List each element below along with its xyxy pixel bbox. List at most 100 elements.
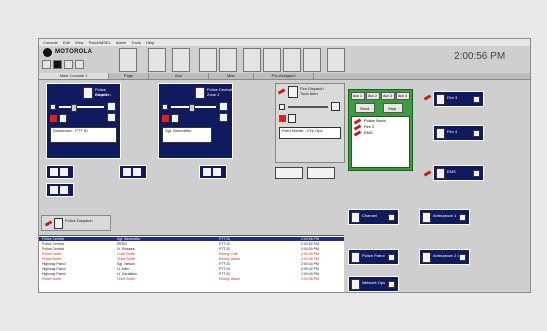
menu-item-patch[interactable]: Patch/MSEL — [89, 40, 111, 45]
toolbar-button-3[interactable] — [172, 48, 190, 72]
aux-button-2[interactable]: Aux 2 — [366, 92, 380, 100]
channel-tile-network-ops[interactable]: Network Ops — [348, 276, 399, 292]
channel-tile-channel[interactable]: Channel — [348, 209, 399, 225]
transmit-icon[interactable] — [50, 186, 58, 194]
toolbar-button-5[interactable] — [219, 48, 237, 72]
tab-main-console[interactable]: Main Console 1 — [39, 73, 109, 79]
table-row[interactable]: Highway Patrol Lt. Geraldine PTT ID 2:00:40… — [39, 272, 344, 276]
aux-button-3[interactable]: Aux 3 — [381, 92, 395, 100]
mini-channel-2[interactable] — [46, 183, 74, 197]
transmit-icon[interactable] — [436, 94, 445, 105]
transmit-icon[interactable] — [50, 168, 58, 176]
send-button[interactable]: Send — [355, 103, 375, 113]
table-row[interactable]: Police North Chief Smith Emerg. Alarm 2:00:… — [39, 257, 344, 261]
table-row[interactable]: Highway Patrol Sgt. Nelson PTT ID 2:00:44 P… — [39, 262, 344, 266]
transmit-icon[interactable] — [288, 86, 298, 98]
transmit-icon[interactable] — [422, 212, 431, 223]
aux-button-4[interactable]: Aux 4 — [396, 92, 410, 100]
table-row[interactable]: Police Central Sgt. Benedetto PTT ID 2:00:5… — [39, 237, 344, 241]
list-item[interactable]: EMS — [364, 130, 373, 135]
select-icon[interactable] — [60, 168, 68, 176]
toolbar-button-1[interactable] — [119, 48, 137, 72]
toolbar-button-2[interactable] — [148, 48, 166, 72]
channel-panel-police-central[interactable]: Police Central Zone 2 Sgt. Benedetto — [158, 83, 233, 159]
call-activity-table[interactable]: Police Central Sgt. Benedetto PTT ID 2:00:5… — [39, 235, 344, 292]
patch-icon[interactable] — [64, 60, 73, 69]
transmit-icon[interactable] — [436, 168, 445, 179]
channel-tile-fire-4[interactable]: Fire 4 — [433, 125, 484, 141]
patch-button[interactable] — [107, 113, 116, 122]
monitor-icon[interactable] — [53, 60, 62, 69]
channel-tile-ambulance-2[interactable]: Ambulance 2 Ch — [419, 249, 470, 265]
transmit-icon[interactable] — [54, 218, 63, 229]
menu-item-alarm[interactable]: Alarm — [116, 40, 126, 45]
select-button[interactable] — [107, 102, 116, 111]
transmit-icon[interactable] — [83, 87, 93, 99]
table-row[interactable]: Highway Patrol Lt. Allen PTT ID 2:00:42 PM — [39, 267, 344, 271]
mute-button[interactable] — [162, 104, 168, 110]
mini-channel-6[interactable] — [307, 167, 335, 179]
list-item[interactable]: Fire 2 — [364, 124, 374, 129]
transmit-icon[interactable] — [436, 128, 445, 139]
emergency-cross-icon[interactable] — [279, 115, 286, 122]
list-item[interactable]: Police North — [364, 118, 386, 123]
toolbar-button-10[interactable] — [327, 48, 345, 72]
table-row[interactable]: Police North Chief Smith Emerg. Alarm 2:00:… — [39, 277, 344, 281]
status-icon[interactable] — [59, 114, 67, 123]
select-button[interactable] — [473, 130, 480, 137]
transmit-icon[interactable] — [351, 279, 360, 290]
select-button[interactable] — [388, 254, 395, 261]
transmit-icon[interactable] — [422, 252, 431, 263]
menu-item-view[interactable]: View — [75, 40, 84, 45]
transmit-icon[interactable] — [203, 168, 211, 176]
volume-slider-handle[interactable] — [189, 104, 195, 112]
toolbar-button-7[interactable] — [263, 48, 281, 72]
transmit-icon[interactable] — [351, 252, 360, 263]
mini-channel-1[interactable] — [46, 165, 74, 179]
transmit-icon[interactable] — [351, 212, 360, 223]
select-button[interactable] — [459, 254, 466, 261]
settings-icon[interactable] — [75, 60, 84, 69]
volume-slider-handle[interactable] — [71, 104, 77, 112]
select-button[interactable] — [388, 214, 395, 221]
select-icon[interactable] — [213, 168, 221, 176]
status-icon[interactable] — [288, 114, 296, 123]
channel-tile-police-patrol[interactable]: Police Patrol — [348, 249, 399, 265]
mute-button[interactable] — [50, 104, 56, 110]
tab-page[interactable]: Page — [109, 73, 149, 79]
volume-slider[interactable] — [59, 106, 104, 108]
mini-channel-5[interactable] — [275, 167, 303, 179]
table-row[interactable]: Police Central Lt. Rosalee PTT ID 2:00:50 P… — [39, 247, 344, 251]
mini-channel-4[interactable] — [199, 165, 227, 179]
select-button[interactable] — [331, 102, 340, 111]
emergency-cross-icon[interactable] — [162, 115, 169, 122]
patch-button[interactable] — [219, 113, 228, 122]
channel-tile-ambulance-1[interactable]: Ambulance 1 — [419, 209, 470, 225]
select-button[interactable] — [473, 170, 480, 177]
emergency-cross-icon[interactable] — [50, 115, 57, 122]
channel-panel-fire-dispatch[interactable]: Fire Dispatch Tone Alert Field Mobile - … — [275, 83, 345, 163]
select-button[interactable] — [459, 214, 466, 221]
menu-item-tools[interactable]: Tools — [131, 40, 140, 45]
table-row[interactable]: Police Central REDS PTT ID 2:00:52 PM — [39, 242, 344, 246]
menu-item-console[interactable]: Console — [43, 40, 58, 45]
select-button[interactable] — [388, 281, 395, 288]
menu-item-edit[interactable]: Edit — [63, 40, 70, 45]
tab-aux[interactable]: Aux — [149, 73, 209, 79]
select-icon[interactable] — [60, 186, 68, 194]
toolbar-button-6[interactable] — [243, 48, 261, 72]
selected-call-control[interactable]: Police Dispatch — [41, 215, 111, 231]
channel-tile-ems[interactable]: EMS — [433, 165, 484, 181]
aux-button-1[interactable]: Aux 1 — [351, 92, 365, 100]
toolbar-button-8[interactable] — [283, 48, 301, 72]
select-icon[interactable] — [133, 168, 141, 176]
menu-item-help[interactable]: Help — [146, 40, 154, 45]
volume-slider[interactable] — [288, 106, 328, 108]
tab-pre-assigned[interactable]: Pre-Assigned — [254, 73, 314, 79]
channel-tile-fire-3[interactable]: Fire 3 — [433, 91, 484, 107]
mini-channel-3[interactable] — [119, 165, 147, 179]
toolbar-button-9[interactable] — [303, 48, 321, 72]
aux-target-list[interactable]: Police North Fire 2 EMS — [351, 116, 410, 168]
transmit-icon[interactable] — [123, 168, 131, 176]
select-button[interactable] — [219, 102, 228, 111]
